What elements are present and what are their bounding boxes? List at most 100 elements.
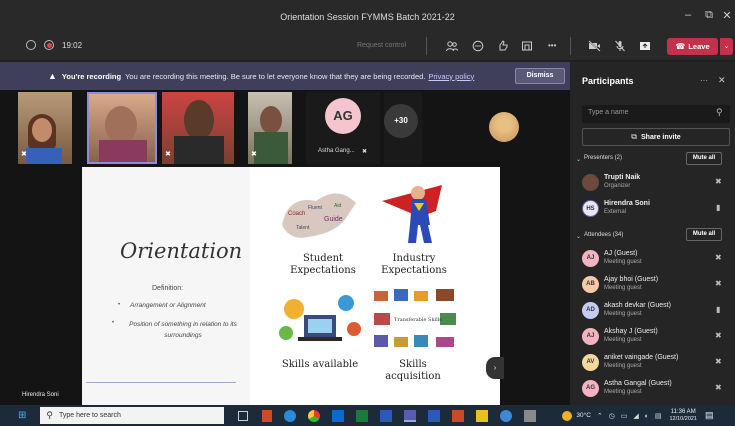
chrome-icon[interactable] (308, 409, 321, 422)
participant-role: Meeting guest (604, 311, 642, 317)
word-icon[interactable] (428, 409, 441, 422)
participant-row[interactable]: AJ Akshay J (Guest) Meeting guest ✖ (580, 326, 730, 348)
mute-all-presenters-button[interactable]: Mute all (686, 152, 722, 165)
video-tile[interactable]: ✖ (248, 92, 292, 164)
video-tile-active-speaker[interactable] (87, 92, 157, 164)
overflow-count: +30 (384, 104, 418, 138)
app-icon[interactable] (262, 409, 273, 422)
video-tile[interactable] (441, 92, 567, 164)
shield-icon (26, 40, 36, 50)
rooms-icon[interactable] (519, 40, 535, 54)
superhero-image (372, 181, 456, 245)
participant-role: Meeting guest (604, 259, 642, 265)
cell-label: Skills available (281, 359, 359, 370)
panel-title: Participants (582, 76, 634, 86)
panel-close-icon[interactable]: ✕ (718, 75, 726, 86)
panel-more-icon[interactable]: ··· (700, 76, 708, 85)
video-tile[interactable]: ✖ (18, 92, 72, 164)
excel-icon[interactable] (356, 409, 369, 422)
mic-off-icon: ✖ (715, 331, 722, 340)
task-view-icon[interactable] (238, 410, 249, 421)
weather-icon (562, 410, 573, 421)
mic-on-icon: ▮ (716, 305, 721, 314)
taskbar-search-placeholder: Type here to search (58, 412, 121, 419)
cell-label: Student Expectations (290, 253, 356, 276)
edge-icon[interactable] (284, 409, 297, 422)
window-title: Orientation Session FYMMS Batch 2021-22 (280, 12, 455, 22)
request-control-button[interactable]: Request control (357, 42, 406, 49)
chevron-down-icon[interactable]: ⌄ (576, 233, 581, 240)
participant-row[interactable]: AG Astha Gangal (Guest) Meeting guest ✖ (580, 378, 730, 400)
overflow-tile[interactable]: +30 (384, 92, 422, 164)
mic-off-icon: ✖ (715, 383, 722, 392)
sticky-notes-icon[interactable] (476, 409, 489, 422)
mute-all-attendees-button[interactable]: Mute all (686, 228, 722, 241)
cell-label: Skills acquisition (385, 359, 441, 382)
slide-divider (86, 382, 236, 383)
mic-off-icon: ✖ (715, 253, 722, 262)
minimize-button[interactable]: – (680, 9, 696, 21)
more-options-button[interactable]: ••• (548, 41, 556, 50)
participant-row[interactable]: AJ AJ (Guest) Meeting guest ✖ (580, 248, 730, 270)
leave-button[interactable]: ☎ Leave (667, 38, 718, 55)
outlook-icon[interactable] (332, 409, 345, 422)
teams-icon[interactable] (404, 409, 417, 422)
chevron-down-icon[interactable]: ⌄ (576, 156, 581, 163)
windows-start-icon[interactable]: ⊞ (18, 410, 26, 421)
powerpoint-icon[interactable] (452, 409, 465, 422)
mic-off-icon: ✖ (715, 279, 722, 288)
taskbar-search-box[interactable]: ⚲ Type here to search (40, 407, 225, 424)
mic-off-icon: ✖ (21, 151, 27, 158)
avatar: AG (582, 380, 599, 397)
clock[interactable]: 11:36 AM 12/10/2021 (669, 409, 697, 423)
privacy-policy-link[interactable]: Privacy policy (428, 72, 474, 81)
participant-role: Meeting guest (604, 337, 642, 343)
video-tile[interactable]: AG Astha Gang... ✖ (306, 92, 380, 164)
mic-off-icon[interactable] (612, 40, 628, 54)
word-app-icon[interactable] (380, 409, 393, 422)
participant-row[interactable]: AV aniket vaingade (Guest) Meeting guest… (580, 352, 730, 374)
mic-off-icon: ✖ (715, 357, 722, 366)
maximize-button[interactable]: ⧉ (701, 9, 717, 22)
cloud-word: Talent (296, 225, 310, 231)
share-invite-button[interactable]: ⧉ Share invite (582, 128, 730, 146)
participant-clothing (174, 136, 224, 164)
cloud-word: Coach (288, 211, 305, 217)
people-icon[interactable] (444, 40, 460, 54)
recording-icon (44, 40, 54, 50)
slide-left-panel: Orientation Definition: • Arrangement or… (82, 167, 250, 405)
notifications-icon[interactable]: ▤ (705, 410, 714, 421)
participant-name: Hirendra Soni (604, 200, 650, 207)
mic-on-icon: ▮ (716, 203, 721, 212)
participant-row[interactable]: HS Hirendra Soni External ▮ (580, 198, 730, 220)
definition-label: Definition: (152, 285, 184, 292)
browser-icon[interactable] (500, 409, 513, 422)
leave-dropdown-chevron-icon[interactable]: ⌄ (720, 38, 733, 55)
avatar: AV (582, 354, 599, 371)
divider (426, 37, 427, 55)
chat-icon[interactable] (470, 40, 486, 54)
participant-name: Ajay bhoi (Guest) (604, 276, 659, 283)
system-tray-icons[interactable]: ⌃ ◷ ▭ ◢ ◐ ▤ (597, 412, 664, 420)
participant-row[interactable]: AD akash devkar (Guest) Meeting guest ▮ (580, 300, 730, 322)
dismiss-button[interactable]: Dismiss (515, 68, 565, 84)
participant-search[interactable]: Type a name ⚲ (582, 105, 730, 123)
camera-off-icon[interactable] (586, 40, 602, 54)
video-tile[interactable]: ✖ (162, 92, 234, 164)
next-slide-chevron-icon[interactable]: › (486, 357, 504, 379)
app-icon[interactable] (524, 409, 537, 422)
participant-row[interactable]: AB Ajay bhoi (Guest) Meeting guest ✖ (580, 274, 730, 296)
participant-clothing (254, 132, 288, 164)
participant-clothing (26, 148, 62, 164)
cell-label: Industry Expectations (381, 253, 447, 276)
close-button[interactable]: ✕ (719, 9, 735, 22)
reactions-icon[interactable] (495, 40, 511, 54)
avatar: AJ (582, 328, 599, 345)
participant-row[interactable]: Trupti Naik Organizer ✖ (580, 172, 730, 194)
skills-caption: Transferable Skills (394, 317, 442, 323)
share-screen-icon[interactable] (637, 40, 653, 54)
cloud-word: Aid (334, 203, 341, 209)
attendees-section-label: Attendees (34) (584, 232, 624, 238)
presenters-section-label: Presenters (2) (584, 155, 623, 161)
avatar: HS (582, 200, 599, 217)
